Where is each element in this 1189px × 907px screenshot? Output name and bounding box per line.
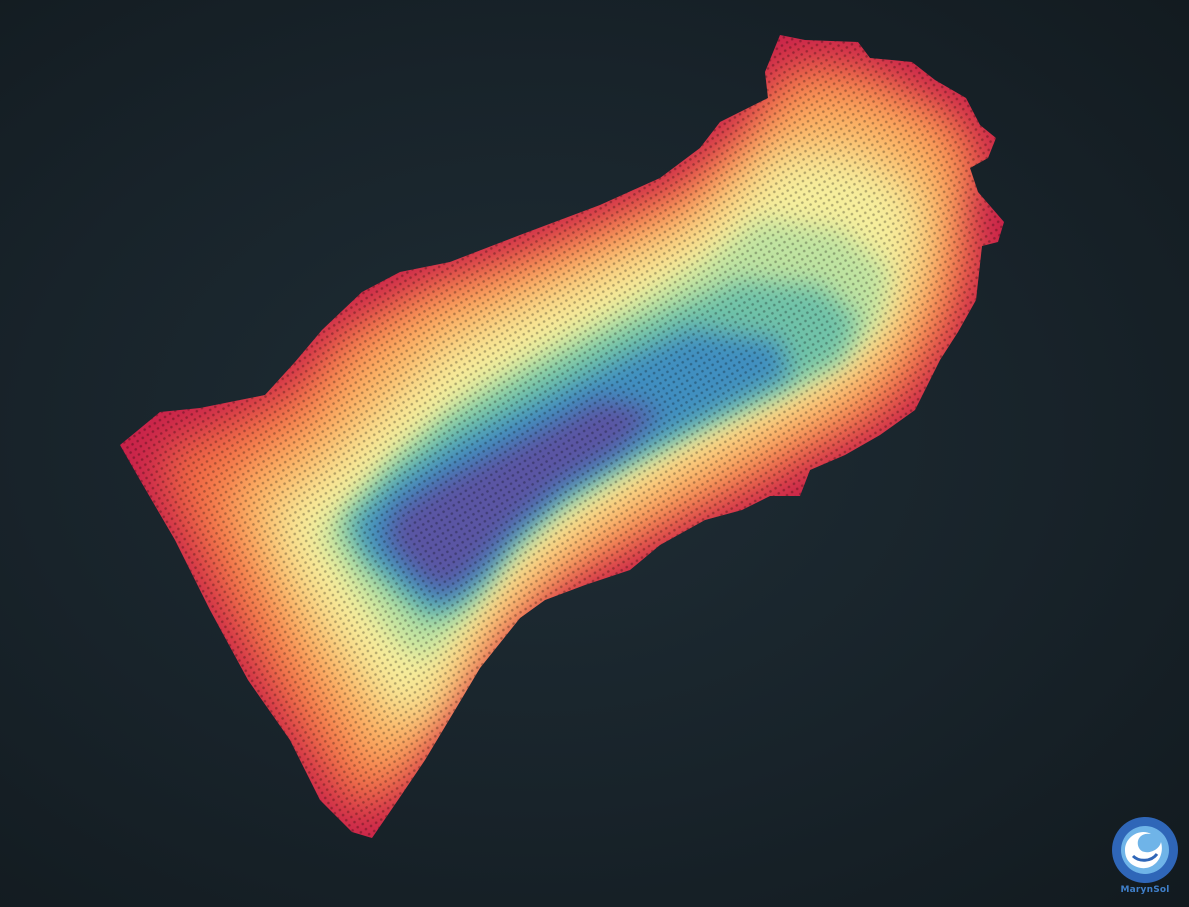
- logo-wordmark: MarynSol: [1120, 885, 1170, 895]
- marynsol-logo: MarynSol: [1108, 816, 1182, 900]
- bathymetry-point-cloud: [120, 35, 1004, 838]
- render-viewport: MarynSol: [0, 0, 1189, 907]
- wave-logo-icon: [1112, 817, 1178, 883]
- point-texture: [120, 35, 1004, 838]
